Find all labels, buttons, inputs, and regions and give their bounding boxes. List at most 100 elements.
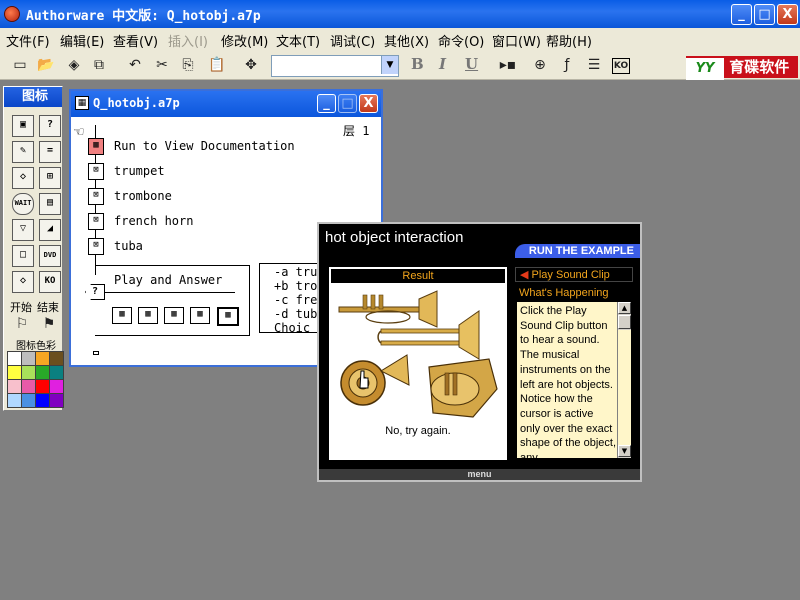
minimize-button[interactable]: _ bbox=[731, 4, 752, 25]
color-swatch[interactable] bbox=[35, 379, 50, 394]
scroll-up-icon[interactable]: ▲ bbox=[618, 302, 631, 314]
run-icon[interactable]: ▸▪ bbox=[498, 55, 518, 75]
paste-icon[interactable]: 📋 bbox=[207, 55, 227, 75]
menu-other[interactable]: 其他(X) bbox=[384, 31, 429, 50]
navigate-icon[interactable]: ⊞ bbox=[39, 167, 61, 189]
response-label[interactable]: Choic bbox=[274, 321, 310, 335]
interaction-label[interactable]: Play and Answer bbox=[114, 273, 222, 287]
menu-window[interactable]: 窗口(W) bbox=[492, 31, 541, 50]
palette-title[interactable]: 图标 bbox=[4, 87, 62, 107]
menu-insert[interactable]: 插入(I) bbox=[168, 31, 208, 50]
display-icon[interactable]: ▣ bbox=[12, 115, 34, 137]
color-swatch[interactable] bbox=[35, 351, 50, 366]
display-icon[interactable]: ⊠ bbox=[88, 163, 104, 180]
color-swatch[interactable] bbox=[49, 351, 64, 366]
control-panel-icon[interactable]: ⊕ bbox=[530, 55, 550, 75]
color-swatch[interactable] bbox=[7, 379, 22, 394]
authorware-app-icon[interactable] bbox=[4, 6, 20, 22]
display-icon[interactable]: ⊠ bbox=[88, 188, 104, 205]
copy-icon[interactable]: ⎘ bbox=[178, 55, 198, 75]
menu-edit[interactable]: 编辑(E) bbox=[60, 31, 104, 50]
decision-icon[interactable]: ▽ bbox=[12, 219, 34, 241]
color-swatch[interactable] bbox=[49, 393, 64, 408]
sound-icon[interactable]: ◢ bbox=[39, 219, 61, 241]
flowline-item-trumpet[interactable]: trumpet bbox=[114, 164, 165, 178]
response-label[interactable]: -a tru bbox=[274, 265, 317, 279]
scroll-down-icon[interactable]: ▼ bbox=[618, 445, 631, 457]
display-icon[interactable]: ⊠ bbox=[88, 238, 104, 255]
calculation-icon[interactable]: = bbox=[39, 141, 61, 163]
menu-commands[interactable]: 命令(O) bbox=[438, 31, 484, 50]
french-horn-hot-object[interactable] bbox=[340, 354, 410, 406]
bold-button[interactable]: B bbox=[411, 55, 424, 73]
variables-icon[interactable]: ☰ bbox=[584, 55, 604, 75]
response-map-icon[interactable]: ▦ bbox=[190, 307, 210, 324]
menu-help[interactable]: 帮助(H) bbox=[546, 31, 592, 50]
color-swatch[interactable] bbox=[21, 365, 36, 380]
flowline-item-trombone[interactable]: trombone bbox=[114, 189, 172, 203]
map-icon[interactable]: ▦ bbox=[88, 138, 104, 155]
color-swatch[interactable] bbox=[21, 379, 36, 394]
color-swatch[interactable] bbox=[7, 365, 22, 380]
scroll-thumb[interactable] bbox=[618, 315, 631, 329]
response-label[interactable]: -d tub bbox=[274, 307, 317, 321]
save-all-icon[interactable]: ◈ bbox=[64, 55, 84, 75]
underline-button[interactable]: U bbox=[465, 55, 478, 73]
close-button[interactable]: X bbox=[777, 4, 798, 25]
find-icon[interactable]: ✥ bbox=[241, 55, 261, 75]
new-file-icon[interactable]: ▭ bbox=[10, 55, 30, 75]
interaction-icon[interactable]: ? bbox=[85, 284, 105, 300]
undo-icon[interactable]: ↶ bbox=[125, 55, 145, 75]
color-swatch[interactable] bbox=[21, 351, 36, 366]
scroll-track[interactable] bbox=[618, 330, 631, 445]
text-scrollbar[interactable]: ▲ ▼ bbox=[617, 302, 631, 458]
response-map-icon[interactable]: ▦ bbox=[164, 307, 184, 324]
menu-modify[interactable]: 修改(M) bbox=[221, 31, 268, 50]
knowledge-object-icon[interactable]: KO bbox=[39, 271, 61, 293]
flowline-item-french-horn[interactable]: french horn bbox=[114, 214, 193, 228]
display-icon[interactable]: ⊠ bbox=[88, 213, 104, 230]
response-label[interactable]: +b tro bbox=[274, 279, 317, 293]
color-swatch[interactable] bbox=[7, 393, 22, 408]
font-select[interactable]: ▼ bbox=[271, 55, 399, 77]
import-icon[interactable]: ⧉ bbox=[89, 55, 109, 75]
open-file-icon[interactable]: 📂 bbox=[36, 55, 56, 75]
erase-icon[interactable]: ✎ bbox=[12, 141, 34, 163]
color-swatch[interactable] bbox=[35, 365, 50, 380]
knowledge-objects-icon[interactable]: KO bbox=[612, 58, 630, 74]
color-swatch[interactable] bbox=[21, 393, 36, 408]
flowline-item-documentation[interactable]: Run to View Documentation bbox=[114, 139, 295, 153]
end-flag-icon[interactable]: ⚑ bbox=[39, 315, 59, 333]
color-swatch[interactable] bbox=[7, 351, 22, 366]
start-flag-icon[interactable]: ⚐ bbox=[12, 315, 32, 333]
restore-button[interactable]: □ bbox=[754, 4, 775, 25]
color-swatch[interactable] bbox=[35, 393, 50, 408]
movie-icon[interactable]: ▤ bbox=[39, 193, 61, 215]
demo-menu-button[interactable]: menu bbox=[319, 469, 640, 480]
motion-icon[interactable]: ? bbox=[39, 115, 61, 137]
cut-icon[interactable]: ✂ bbox=[152, 55, 172, 75]
menu-text[interactable]: 文本(T) bbox=[276, 31, 320, 50]
flowline-item-tuba[interactable]: tuba bbox=[114, 239, 143, 253]
wait-icon[interactable]: ◇ bbox=[12, 167, 34, 189]
menu-debug[interactable]: 调试(C) bbox=[330, 31, 375, 50]
color-swatch[interactable] bbox=[49, 365, 64, 380]
response-map-icon[interactable]: ▦ bbox=[138, 307, 158, 324]
framework-icon[interactable]: □ bbox=[12, 245, 34, 267]
tuba-hot-object[interactable] bbox=[428, 358, 498, 418]
menu-view[interactable]: 查看(V) bbox=[113, 31, 158, 50]
flowline-maximize-button[interactable]: □ bbox=[338, 94, 357, 113]
response-map-icon-selected[interactable]: ▦ bbox=[217, 307, 239, 326]
color-swatch[interactable] bbox=[49, 379, 64, 394]
flowline-minimize-button[interactable]: _ bbox=[317, 94, 336, 113]
chevron-down-icon[interactable]: ▼ bbox=[381, 56, 398, 74]
italic-button[interactable]: I bbox=[439, 55, 446, 73]
play-sound-clip-button[interactable]: ◀ Play Sound Clip bbox=[515, 267, 633, 282]
dvd-icon[interactable]: DVD bbox=[39, 245, 61, 267]
functions-icon[interactable]: ƒ bbox=[557, 55, 577, 75]
flowline-close-button[interactable]: X bbox=[359, 94, 378, 113]
interaction-icon[interactable]: ◇ bbox=[12, 271, 34, 293]
wait-button-icon[interactable]: WAIT bbox=[12, 193, 34, 215]
response-label[interactable]: -c fre bbox=[274, 293, 317, 307]
menu-file[interactable]: 文件(F) bbox=[6, 31, 50, 50]
